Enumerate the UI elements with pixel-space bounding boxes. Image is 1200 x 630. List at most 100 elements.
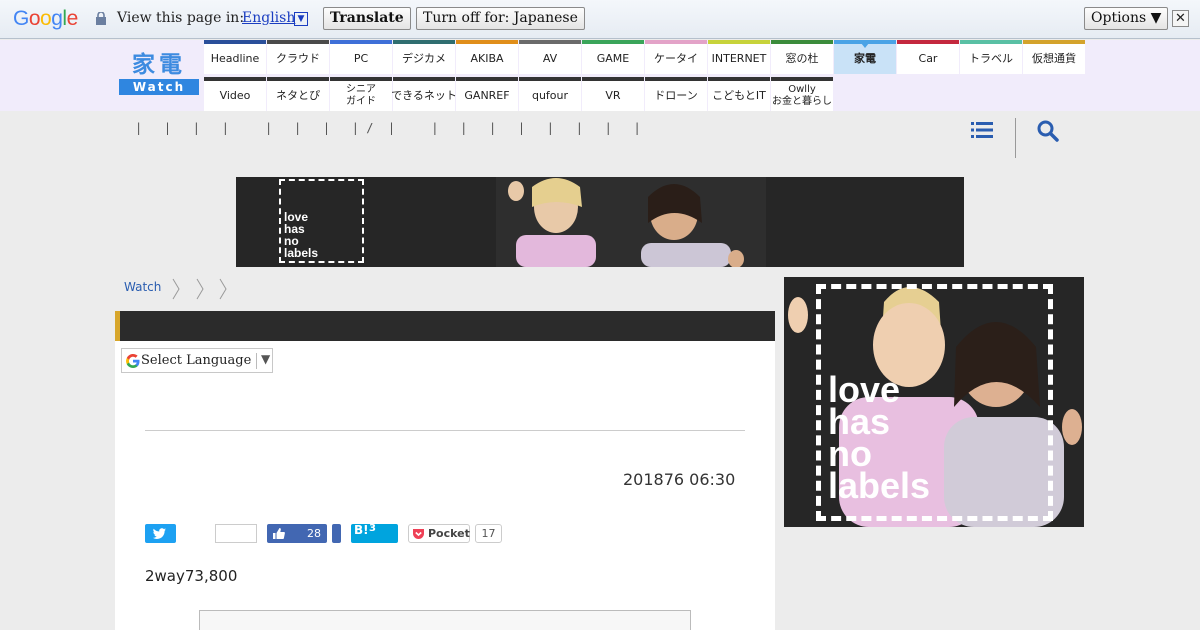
nav-item[interactable]: GAME (582, 40, 644, 74)
view-page-label: View this page in: (117, 10, 245, 26)
nav-row-secondary: Video ネタとぴ シニア ガイド できるネット GANREF qufour VR ドローン… (204, 77, 834, 111)
pocket-icon (413, 529, 424, 539)
pocket-label: Pocket (428, 527, 470, 540)
nav-item-label: 窓の杜 (785, 52, 819, 65)
article-image[interactable] (199, 610, 691, 630)
nav-item-label: ケータイ (654, 52, 698, 65)
facebook-like-button[interactable]: 28 (267, 524, 327, 543)
pocket-count: 17 (475, 524, 502, 543)
nav-item-label: qufour (531, 89, 569, 102)
nav-item-label: GAME (596, 52, 630, 65)
nav-item-label: こどもとIT (712, 89, 766, 102)
nav-item-label: GANREF (464, 89, 510, 102)
publish-date: 201876 06:30 (623, 470, 736, 489)
nav-item[interactable]: AKIBA (456, 40, 518, 74)
logo-kanji: 家電 (132, 52, 186, 78)
side-ad[interactable]: love has no labels (784, 277, 1084, 527)
article-lead: 2way73,800 (145, 567, 238, 585)
nav-item-label: AKIBA (470, 52, 504, 65)
pocket-button[interactable]: Pocket (408, 524, 470, 543)
google-logo: Google (13, 7, 78, 30)
chevron-down-icon: ▼ (261, 352, 271, 366)
header-divider (1015, 118, 1016, 158)
facebook-count: 28 (307, 527, 321, 540)
twitter-button[interactable] (145, 524, 176, 543)
thumbs-up-icon (273, 528, 285, 539)
nav-item[interactable]: できるネット (391, 77, 457, 111)
nav-item-label: トラベル (969, 52, 1013, 65)
nav-item-label: 仮想通貨 (1032, 52, 1076, 65)
google-translate-bar: Google View this page in: English ▼ Tran… (0, 0, 1200, 39)
lock-icon (96, 12, 106, 25)
hatena-icon: B! (354, 523, 369, 537)
hatena-count: 3 (369, 523, 376, 534)
language-link[interactable]: English (242, 10, 295, 26)
nav-item-label: デジカメ (402, 52, 446, 65)
nav-item[interactable]: 家電 (834, 40, 896, 74)
language-select-label: Select Language (141, 353, 252, 368)
nav-item-label: Headline (210, 52, 260, 65)
nav-item[interactable]: Owlly お金と暮らし (771, 77, 833, 111)
nav-item[interactable]: Headline (204, 40, 266, 74)
breadcrumb-chevron-icon (172, 278, 180, 300)
nav-item[interactable]: ケータイ (645, 40, 707, 74)
nav-item-label: PC (353, 52, 369, 65)
breadcrumb-chevron-icon (196, 278, 204, 300)
tweet-count-bubble (215, 524, 257, 543)
nav-item[interactable]: AV (519, 40, 581, 74)
twitter-icon (152, 528, 166, 539)
breadcrumb-home[interactable]: Watch (124, 280, 161, 294)
banner-ad-text: love has no labels (284, 210, 319, 260)
nav-item-label: クラウド (276, 52, 320, 65)
article-main: Select Language ▼ 201876 06:30 28 B! 3 P… (115, 311, 775, 630)
hatena-bookmark-button[interactable]: B! 3 (351, 523, 398, 543)
nav-item[interactable]: クラウド (267, 40, 329, 74)
nav-item-label: シニア ガイド (346, 84, 376, 107)
facebook-share-button[interactable] (332, 524, 341, 543)
nav-item[interactable]: トラベル (960, 40, 1022, 74)
side-ad-text: love has no labels (828, 369, 931, 506)
nav-item-label: Car (918, 52, 938, 65)
site-logo[interactable]: 家電 Watch (119, 52, 199, 95)
search-icon[interactable] (1037, 120, 1059, 142)
nav-item-label: Owlly お金と暮らし (772, 84, 832, 107)
nav-item[interactable]: ネタとぴ (267, 77, 329, 111)
nav-item-label: INTERNET (711, 52, 767, 65)
language-dropdown-icon[interactable]: ▼ (294, 12, 308, 26)
nav-item[interactable]: こどもとIT (708, 77, 770, 111)
nav-item[interactable]: 窓の杜 (771, 40, 833, 74)
site-header: 家電 Watch Headline クラウド PC デジカメ AKIBA AV GAME ケー… (0, 40, 1200, 111)
nav-item-label: ドローン (654, 89, 698, 102)
article-title-bar (115, 311, 775, 341)
turn-off-button[interactable]: Turn off for: Japanese (416, 7, 585, 30)
divider (145, 430, 745, 431)
nav-item[interactable]: シニア ガイド (330, 77, 392, 111)
nav-item-label: VR (605, 89, 621, 102)
breadcrumb-chevron-icon (219, 278, 227, 300)
language-select[interactable]: Select Language ▼ (121, 348, 273, 373)
nav-item-label: ネタとぴ (276, 89, 320, 102)
banner-ad[interactable]: love has no labels (236, 177, 964, 267)
google-g-icon (126, 354, 140, 368)
close-icon[interactable]: ✕ (1172, 10, 1189, 27)
select-separator (256, 353, 257, 369)
nav-item[interactable]: GANREF (456, 77, 518, 111)
nav-item[interactable]: 仮想通貨 (1023, 40, 1085, 74)
nav-item[interactable]: VR (582, 77, 644, 111)
nav-item[interactable]: Car (897, 40, 959, 74)
nav-item[interactable]: ドローン (645, 77, 707, 111)
nav-item[interactable]: Video (204, 77, 266, 111)
menu-icon[interactable] (971, 121, 993, 139)
nav-item[interactable]: PC (330, 40, 392, 74)
translate-button[interactable]: Translate (323, 7, 411, 30)
logo-watch: Watch (119, 79, 199, 95)
nav-row-primary: Headline クラウド PC デジカメ AKIBA AV GAME ケータイ INTERNE… (204, 40, 1086, 74)
subnav-links[interactable]: | | | | | | | | / | | | | | | | | | (135, 121, 641, 135)
nav-item[interactable]: デジカメ (393, 40, 455, 74)
nav-item-label: できるネット (391, 89, 457, 102)
nav-item[interactable]: qufour (519, 77, 581, 111)
nav-item[interactable]: INTERNET (708, 40, 770, 74)
nav-item-label: Video (219, 89, 251, 102)
options-button[interactable]: Options ▼ (1084, 7, 1169, 30)
nav-item-label: AV (542, 52, 558, 65)
